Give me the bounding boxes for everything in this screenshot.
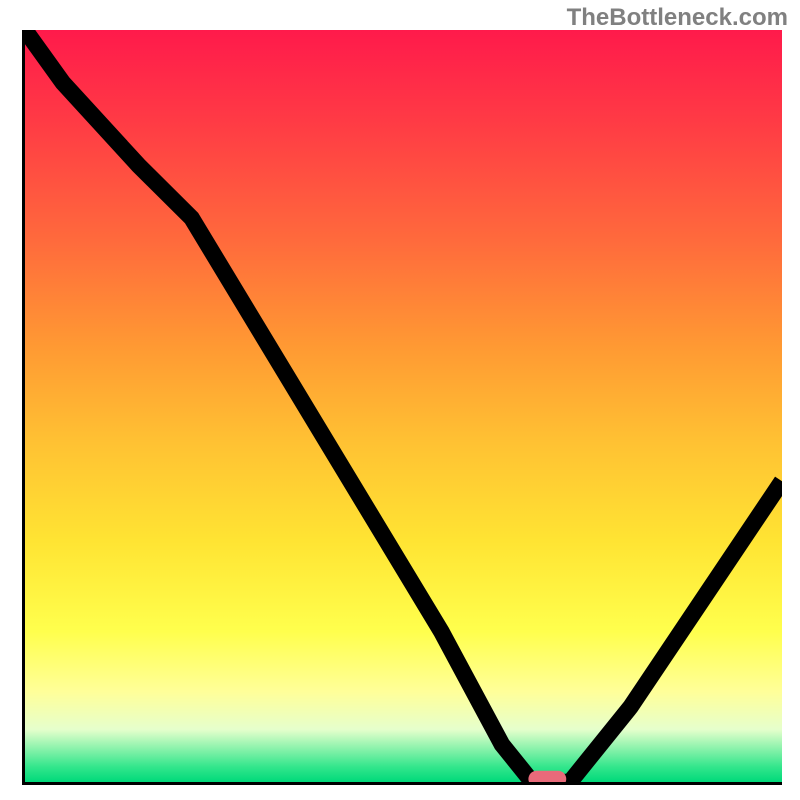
curve-svg [25,30,782,782]
chart-wrapper: TheBottleneck.com [0,0,800,800]
plot-area [22,30,782,785]
optimal-marker [528,771,566,782]
bottleneck-curve [25,30,782,782]
watermark-text: TheBottleneck.com [567,4,788,32]
